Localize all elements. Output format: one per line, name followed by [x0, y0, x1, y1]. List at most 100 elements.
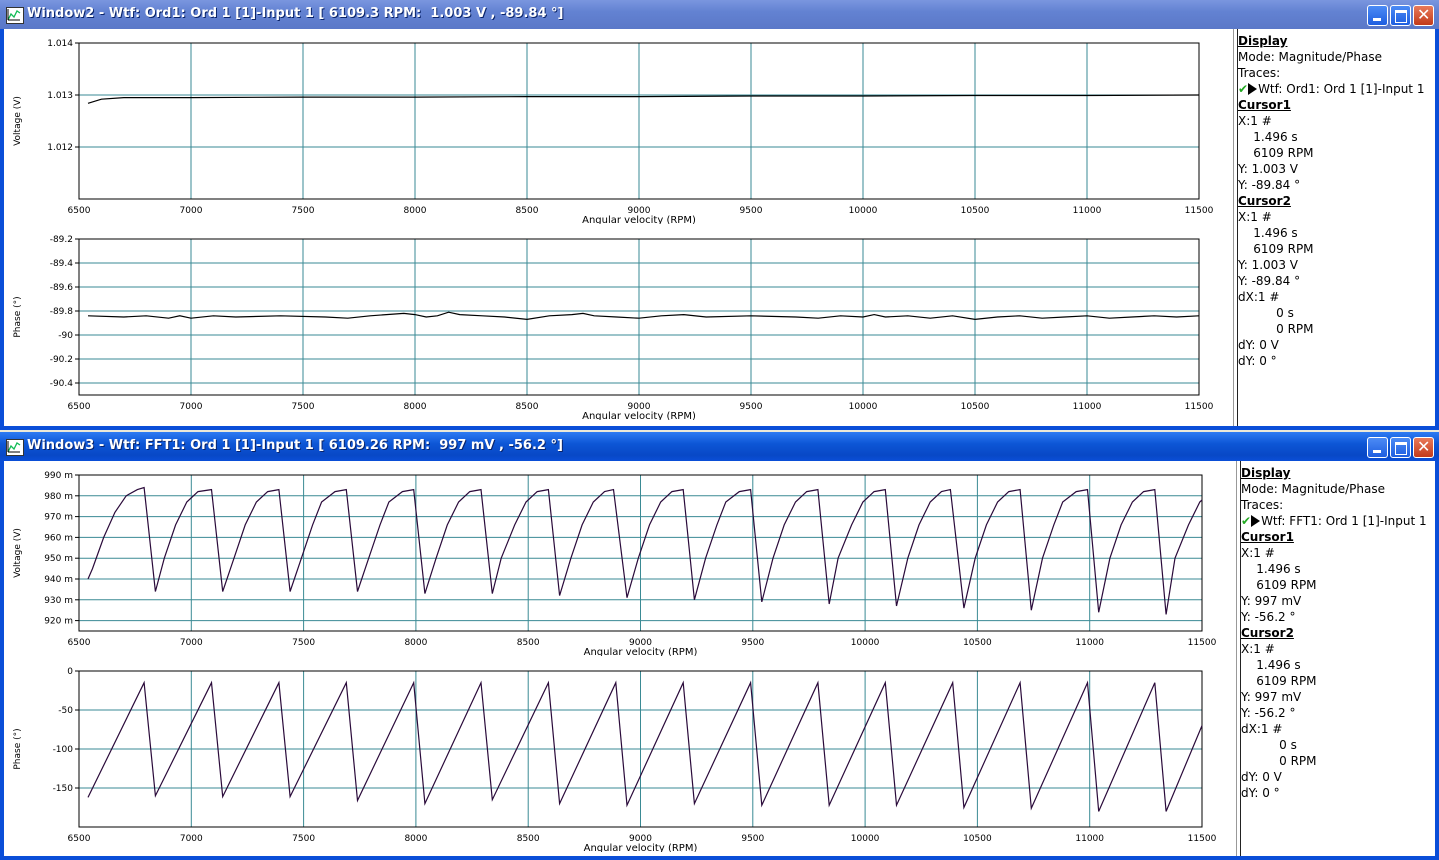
x-tick-label: 8500 — [516, 206, 539, 216]
minimize-button[interactable] — [1367, 5, 1388, 26]
y-tick-label: 970 m — [44, 513, 73, 523]
trace-label: Wtf: FFT1: Ord 1 [1]-Input 1 — [1261, 514, 1427, 528]
panel-heading: Display — [1238, 34, 1288, 48]
close-icon: ✕ — [1417, 437, 1431, 456]
y-tick-label: -50 — [58, 706, 73, 716]
maximize-button[interactable] — [1390, 437, 1411, 458]
window2-titlebar[interactable]: Window2 - Wtf: Ord1: Ord 1 [1]-Input 1 [… — [0, 0, 1439, 29]
y-tick-label: 980 m — [44, 492, 73, 502]
y-tick-label: 960 m — [44, 533, 73, 543]
close-button[interactable]: ✕ — [1413, 5, 1434, 26]
x-tick-label: 10500 — [963, 638, 992, 648]
y-tick-label: -89.4 — [50, 259, 74, 269]
x-tick-label: 11000 — [1075, 834, 1104, 844]
x-axis-label: Angular velocity (RPM) — [584, 843, 698, 852]
panel-heading: Cursor2 — [1241, 626, 1294, 640]
panel-line: 6109 RPM — [1241, 674, 1317, 688]
panel-heading: Cursor1 — [1238, 98, 1291, 112]
panel-line: Traces: — [1241, 498, 1284, 512]
y-axis-label: Voltage (V) — [13, 96, 23, 146]
panel-line: 1.496 s — [1238, 226, 1298, 240]
series-line — [87, 486, 1203, 615]
panel-line: 1.496 s — [1241, 562, 1301, 576]
panel-line: 6109 RPM — [1238, 242, 1314, 256]
check-icon[interactable]: ✔ — [1241, 514, 1251, 528]
maximize-icon — [1395, 10, 1407, 23]
y-tick-label: 1.014 — [47, 39, 73, 49]
panel-line: Mode: Magnitude/Phase — [1241, 482, 1385, 496]
panel-line: Traces: — [1238, 66, 1281, 80]
y-axis-label: Phase (°) — [13, 296, 23, 337]
panel-line: dY: 0 V — [1238, 338, 1279, 352]
panel-line: Y: 997 mV — [1241, 690, 1302, 704]
y-tick-label: -89.6 — [50, 283, 74, 293]
x-tick-label: 6500 — [68, 206, 91, 216]
trace-label: Wtf: Ord1: Ord 1 [1]-Input 1 — [1258, 82, 1425, 96]
voltage-chart[interactable]: 6500 7000 7500 8000 8500 9000 9500 10000 10500 11… — [4, 29, 1232, 224]
window3-titlebar[interactable]: Window3 - Wtf: FFT1: Ord 1 [1]-Input 1 [… — [0, 432, 1439, 461]
panel-line: Y: -56.2 ° — [1241, 706, 1296, 720]
y-tick-label: -100 — [53, 745, 74, 755]
panel-line: dY: 0 ° — [1238, 354, 1277, 368]
panel-line: 0 RPM — [1238, 322, 1314, 336]
panel-line: 0 s — [1238, 306, 1294, 320]
window3-info-panel: Display Mode: Magnitude/Phase Traces: ✔ Wtf:… — [1241, 461, 1435, 856]
series-line — [87, 680, 1203, 812]
panel-line: X:1 # — [1238, 114, 1272, 128]
x-tick-label: 11000 — [1075, 638, 1104, 648]
x-axis-label: Angular velocity (RPM) — [584, 647, 698, 656]
x-tick-label: 11500 — [1185, 206, 1214, 216]
panel-line: dY: 0 ° — [1241, 786, 1280, 800]
panel-line: dX:1 # — [1241, 722, 1283, 736]
window2-title: Window2 - Wtf: Ord1: Ord 1 [1]-Input 1 [… — [27, 6, 564, 21]
x-tick-label: 11000 — [1073, 402, 1102, 412]
trace-item[interactable]: ✔ Wtf: Ord1: Ord 1 [1]-Input 1 — [1238, 81, 1435, 97]
window2-info-panel: Display Mode: Magnitude/Phase Traces: ✔ Wtf:… — [1238, 29, 1435, 426]
voltage-chart[interactable]: 6500 7000 7500 8000 8500 9000 9500 10000 10500 11… — [4, 461, 1236, 656]
y-tick-label: 1.013 — [47, 91, 73, 101]
panel-line: X:1 # — [1238, 210, 1272, 224]
minimize-icon — [1373, 450, 1381, 453]
x-tick-label: 7000 — [180, 206, 203, 216]
trace-item[interactable]: ✔ Wtf: FFT1: Ord 1 [1]-Input 1 — [1241, 513, 1435, 529]
y-axis-label: Voltage (V) — [13, 528, 23, 578]
minimize-button[interactable] — [1367, 437, 1388, 458]
x-tick-label: 8000 — [404, 834, 427, 844]
phase-chart[interactable]: 6500 7000 7500 8000 8500 9000 9500 10000 10500 11… — [4, 225, 1232, 420]
y-tick-label: 1.012 — [47, 143, 73, 153]
x-tick-label: 8000 — [404, 402, 427, 412]
graph-icon — [6, 439, 24, 456]
x-tick-label: 11500 — [1188, 638, 1217, 648]
x-tick-label: 10500 — [961, 402, 990, 412]
y-tick-label: -90.4 — [50, 379, 74, 389]
panel-line: X:1 # — [1241, 546, 1275, 560]
x-tick-label: 8500 — [517, 834, 540, 844]
y-tick-label: 0 — [67, 667, 73, 677]
panel-line: 1.496 s — [1238, 130, 1298, 144]
y-tick-label: 930 m — [44, 596, 73, 606]
panel-heading: Cursor2 — [1238, 194, 1291, 208]
series-line — [87, 94, 1200, 104]
phase-chart[interactable]: 6500 7000 7500 8000 8500 9000 9500 10000 10500 11… — [4, 657, 1236, 852]
x-tick-label: 7500 — [292, 638, 315, 648]
x-tick-label: 9500 — [741, 834, 764, 844]
maximize-button[interactable] — [1390, 5, 1411, 26]
panel-line: dY: 0 V — [1241, 770, 1282, 784]
check-icon[interactable]: ✔ — [1238, 82, 1248, 96]
play-triangle-icon — [1248, 83, 1258, 95]
close-icon: ✕ — [1417, 5, 1431, 24]
x-tick-label: 7500 — [292, 206, 315, 216]
y-tick-label: 920 m — [44, 617, 73, 627]
panel-line: Y: -89.84 ° — [1238, 178, 1301, 192]
x-tick-label: 7000 — [180, 402, 203, 412]
x-tick-label: 11500 — [1188, 834, 1217, 844]
x-tick-label: 10000 — [849, 206, 878, 216]
close-button[interactable]: ✕ — [1413, 437, 1434, 458]
y-tick-label: -150 — [53, 784, 74, 794]
y-tick-label: -90.2 — [50, 355, 73, 365]
graph-icon — [6, 7, 24, 24]
x-tick-label: 10000 — [851, 638, 880, 648]
x-tick-label: 10000 — [851, 834, 880, 844]
y-tick-label: -90 — [58, 331, 73, 341]
x-tick-label: 10500 — [963, 834, 992, 844]
